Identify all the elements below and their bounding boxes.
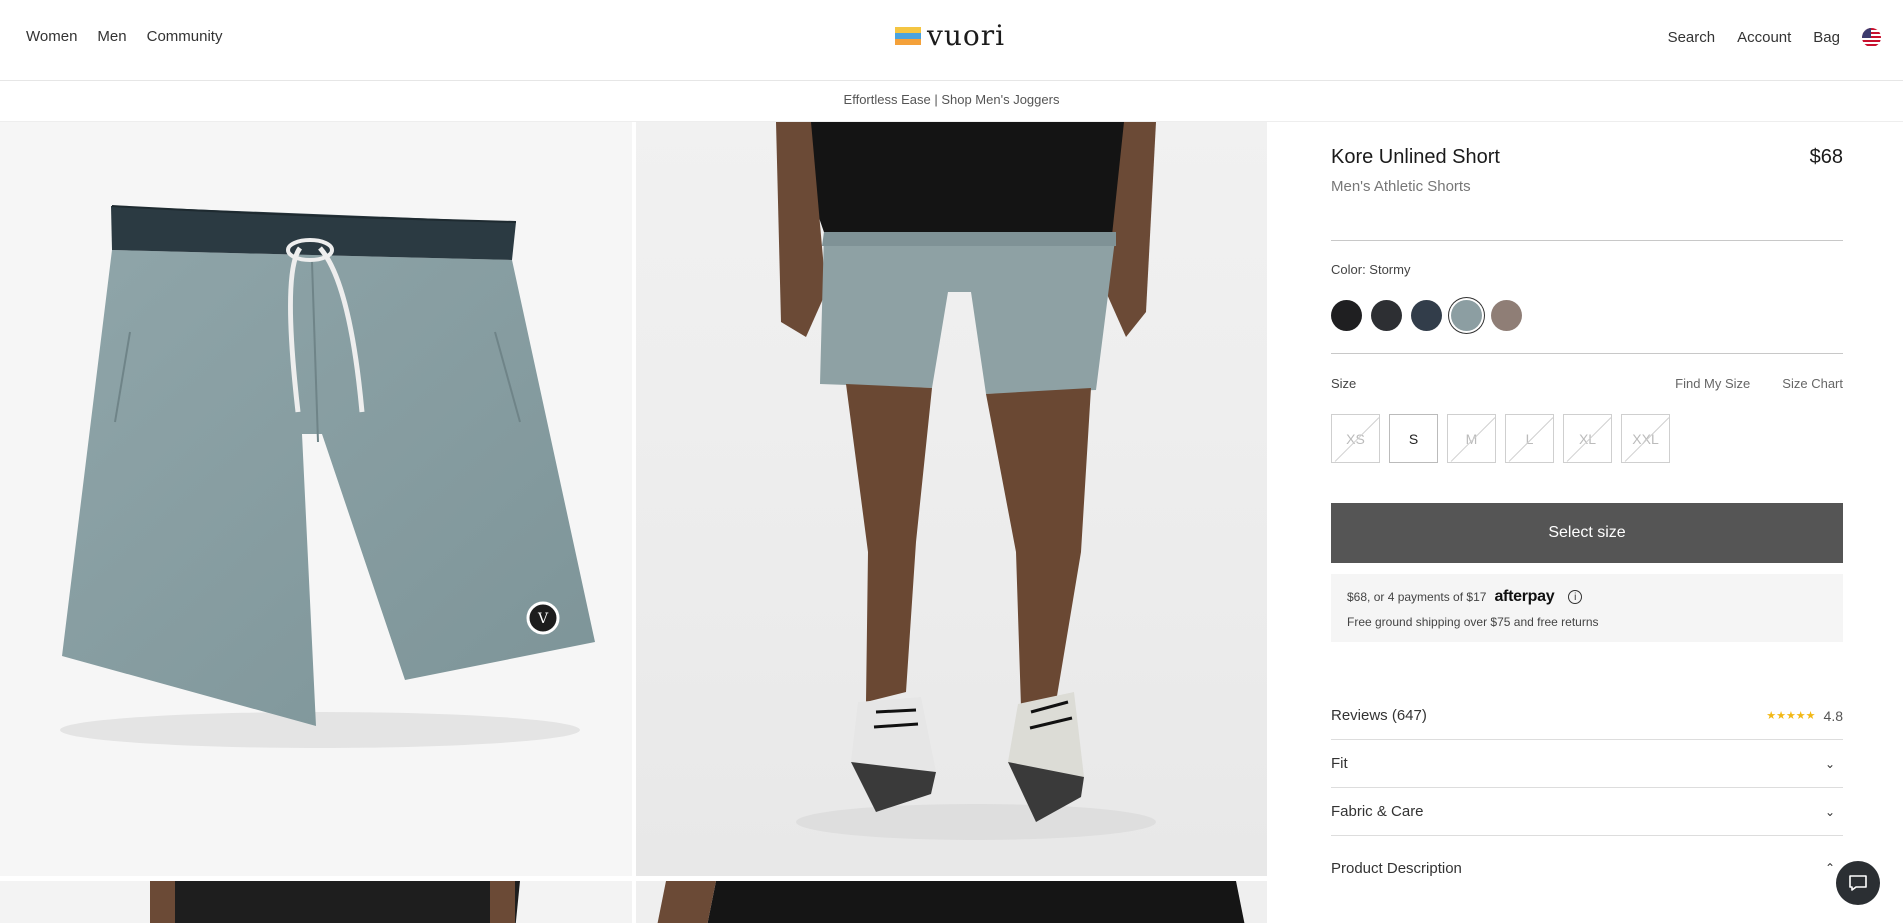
rating[interactable]: ★★★★★ 4.8 <box>1766 708 1843 724</box>
chevron-down-icon: ⌄ <box>1824 756 1835 771</box>
color-swatch-stormy[interactable] <box>1451 300 1482 331</box>
account-link[interactable]: Account <box>1737 29 1791 46</box>
star-rating-icon: ★★★★★ <box>1766 710 1816 722</box>
nav-community[interactable]: Community <box>147 28 223 45</box>
select-size-button[interactable]: Select size <box>1331 503 1843 563</box>
size-option-xl[interactable]: XL <box>1563 414 1612 463</box>
size-option-s[interactable]: S <box>1389 414 1438 463</box>
size-option-xxl[interactable]: XXL <box>1621 414 1670 463</box>
accordion-fit-label: Fit <box>1331 755 1348 772</box>
size-links: Find My Size Size Chart <box>1675 376 1843 391</box>
product-price: $68 <box>1809 146 1843 168</box>
primary-nav: Women Men Community <box>26 28 222 45</box>
accordion-description-label: Product Description <box>1331 859 1462 877</box>
reviews-label[interactable]: Reviews (647) <box>1331 707 1427 724</box>
brand-logo[interactable]: vuori <box>895 22 1005 50</box>
chat-button[interactable] <box>1836 861 1880 905</box>
accordion-product-description[interactable]: Product Description ⌃ <box>1331 844 1843 892</box>
color-label: Color: Stormy <box>1331 262 1411 277</box>
us-flag-icon[interactable] <box>1862 28 1881 47</box>
size-option-m[interactable]: M <box>1447 414 1496 463</box>
product-title: Kore Unlined Short <box>1331 146 1500 168</box>
color-swatches <box>1331 300 1522 331</box>
model-illustration <box>776 122 1156 840</box>
shipping-text: Free ground shipping over $75 and free r… <box>1347 615 1599 629</box>
color-swatch-taupe[interactable] <box>1491 300 1522 331</box>
product-image-model[interactable] <box>636 122 1267 876</box>
size-option-l[interactable]: L <box>1505 414 1554 463</box>
nav-men[interactable]: Men <box>97 28 126 45</box>
divider <box>1331 353 1843 354</box>
logo-mark-icon <box>895 27 921 45</box>
chevron-up-icon: ⌃ <box>1824 861 1835 875</box>
product-image-4[interactable] <box>636 881 1267 923</box>
model-closeup-illustration <box>657 881 1245 923</box>
model-back-illustration <box>150 881 520 923</box>
divider <box>1331 240 1843 241</box>
size-chart-link[interactable]: Size Chart <box>1782 376 1843 391</box>
utility-nav: Search Account Bag <box>1668 28 1881 47</box>
accordion-fabric-care[interactable]: Fabric & Care ⌄ <box>1331 788 1843 836</box>
chevron-down-icon: ⌄ <box>1824 804 1835 819</box>
afterpay-line: $68, or 4 payments of $17 afterpay i <box>1347 588 1827 606</box>
color-swatch-navy[interactable] <box>1411 300 1442 331</box>
site-header: Women Men Community vuori Search Account… <box>0 0 1903 81</box>
size-options: XS S M L XL XXL <box>1331 414 1670 463</box>
rating-value: 4.8 <box>1823 707 1843 724</box>
nav-women[interactable]: Women <box>26 28 77 45</box>
size-label: Size <box>1331 376 1357 391</box>
size-option-xs[interactable]: XS <box>1331 414 1380 463</box>
promo-banner[interactable]: Effortless Ease | Shop Men's Joggers <box>0 82 1903 122</box>
product-image-3[interactable] <box>0 881 632 923</box>
afterpay-text: $68, or 4 payments of $17 <box>1347 590 1487 604</box>
shorts-flat-illustration: V <box>60 205 595 748</box>
promo-text[interactable]: Effortless Ease | Shop Men's Joggers <box>844 92 1060 107</box>
svg-text:V: V <box>537 611 549 627</box>
color-swatch-charcoal-heather[interactable] <box>1371 300 1402 331</box>
color-swatch-black[interactable] <box>1331 300 1362 331</box>
find-my-size-link[interactable]: Find My Size <box>1675 376 1750 391</box>
product-subtitle: Men's Athletic Shorts <box>1331 178 1471 195</box>
search-link[interactable]: Search <box>1668 29 1716 46</box>
chat-icon <box>1849 875 1867 891</box>
accordion-fabric-label: Fabric & Care <box>1331 803 1424 820</box>
bag-link[interactable]: Bag <box>1813 29 1840 46</box>
product-image-flat[interactable]: V <box>0 122 632 876</box>
afterpay-logo: afterpay <box>1494 588 1555 605</box>
afterpay-box: $68, or 4 payments of $17 afterpay i Fre… <box>1331 574 1843 642</box>
accordion-fit[interactable]: Fit ⌄ <box>1331 740 1843 788</box>
logo-text: vuori <box>927 19 1006 52</box>
info-icon[interactable]: i <box>1568 590 1583 604</box>
reviews-row[interactable]: Reviews (647) ★★★★★ 4.8 <box>1331 692 1843 740</box>
